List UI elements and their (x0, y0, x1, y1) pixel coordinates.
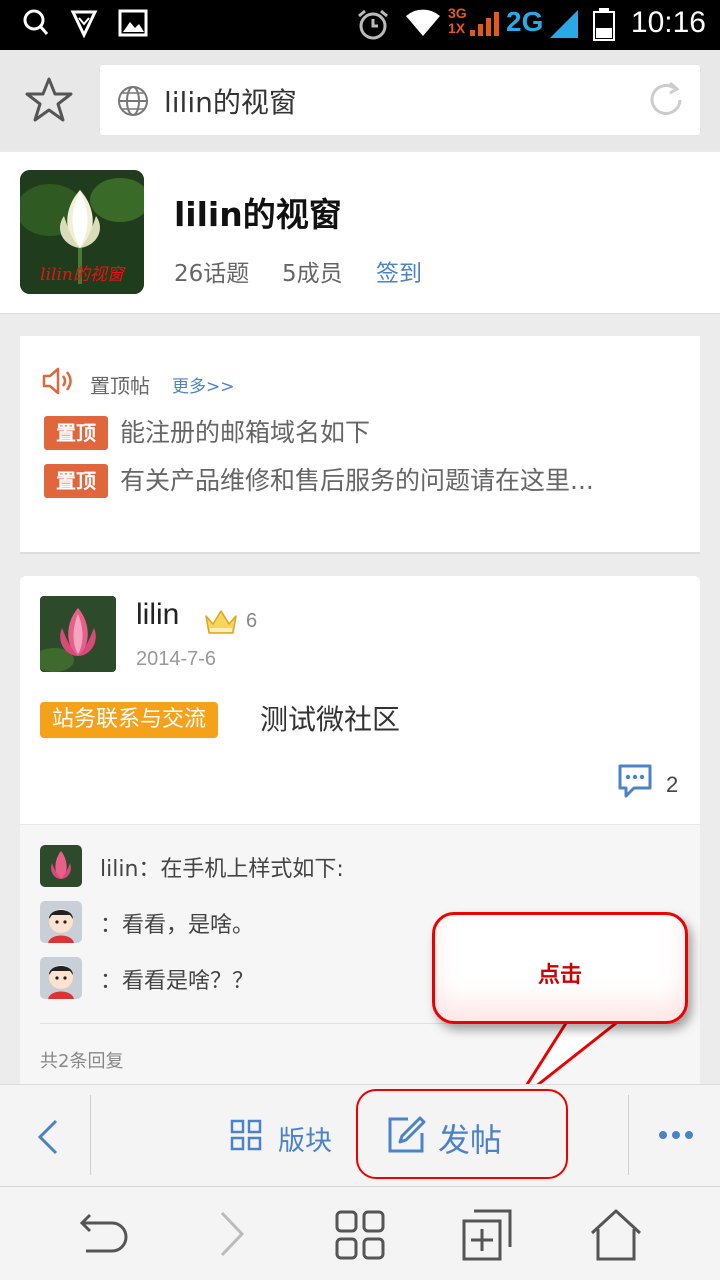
member-count: 5成员 (282, 261, 343, 287)
post-date: 2014-7-6 (136, 648, 217, 670)
more-link[interactable]: 更多>> (172, 372, 235, 397)
address-bar: lilin的视窗 (0, 50, 720, 150)
reply-avatar (40, 957, 82, 999)
status-bar: 3G 1X 2G 10:16 (0, 0, 720, 50)
category-tag[interactable]: 站务联系与交流 (40, 702, 219, 738)
reply-text: ：看看，是啥。 (100, 913, 255, 938)
cartoon-avatar-image (40, 957, 82, 999)
reply-text: lilin：在手机上样式如下: (100, 857, 344, 882)
divider (90, 1095, 91, 1175)
browser-nav (0, 1186, 720, 1280)
pinned-label: 置顶帖 (90, 374, 150, 398)
back-chevron-icon[interactable] (32, 1117, 62, 1157)
wifi-icon (406, 9, 440, 36)
pin-badge: 置顶 (44, 464, 108, 498)
apps-icon[interactable] (334, 1209, 386, 1261)
comment-count: 2 (666, 772, 679, 797)
globe-icon (118, 86, 148, 116)
pin-badge: 置顶 (44, 416, 108, 450)
crown-icon (205, 610, 237, 634)
address-text: lilin的视窗 (164, 86, 297, 119)
cartoon-avatar-image (40, 901, 82, 943)
signal-icon (550, 10, 578, 38)
alarm-icon (358, 9, 388, 40)
network-sub-label: 3G 1X (448, 5, 467, 36)
post-title[interactable]: 测试微社区 (260, 698, 400, 738)
star-icon[interactable] (24, 76, 74, 124)
forum-avatar[interactable]: lilin的视窗 (20, 170, 144, 294)
pinned-item-title: 有关产品维修和售后服务的问题请在这里... (120, 466, 594, 495)
forum-header: lilin的视窗 lilin的视窗 26话题 5成员 签到 (0, 152, 720, 314)
reply-total[interactable]: 共2条回复 (40, 1047, 123, 1073)
comment-icon[interactable] (616, 762, 654, 800)
highlight-ring (356, 1089, 568, 1179)
pinned-item[interactable]: 置顶 能注册的邮箱域名如下 (44, 416, 684, 450)
pinned-item[interactable]: 置顶 有关产品维修和售后服务的问题请在这里... (44, 464, 684, 498)
lotus-logo-image: lilin的视窗 (20, 170, 144, 294)
svg-text:lilin的视窗: lilin的视窗 (40, 265, 126, 285)
pinned-card: 置顶帖 更多>> 置顶 能注册的邮箱域名如下 置顶 有关产品维修和售后服务的问题… (20, 336, 700, 554)
pinned-item-title: 能注册的邮箱域名如下 (120, 418, 371, 447)
shield-icon (70, 10, 98, 38)
callout-text: 点击 (537, 962, 582, 988)
new-tab-icon[interactable] (460, 1207, 516, 1263)
reply-avatar (40, 901, 82, 943)
more-icon[interactable] (656, 1125, 696, 1145)
battery-icon (593, 8, 615, 41)
reply-text: ：看看是啥？？ (100, 969, 255, 994)
lotus-avatar-image (40, 596, 116, 672)
address-field[interactable]: lilin的视窗 (100, 65, 700, 135)
forward-icon[interactable] (214, 1209, 248, 1259)
image-icon (118, 9, 148, 37)
author-name[interactable]: lilin (136, 598, 179, 632)
topic-count: 26话题 (174, 261, 250, 287)
lotus-avatar-image (40, 845, 82, 887)
signin-link[interactable]: 签到 (376, 254, 422, 288)
grid-icon (230, 1119, 262, 1151)
reply-item[interactable]: lilin：在手机上样式如下: (40, 845, 680, 887)
divider (628, 1095, 629, 1175)
home-icon[interactable] (588, 1207, 644, 1263)
undo-icon[interactable] (76, 1209, 130, 1259)
network-type: 2G (506, 6, 544, 37)
speaker-icon (42, 367, 72, 395)
clock: 10:16 (630, 6, 706, 39)
board-button[interactable]: 版块 (278, 1119, 332, 1158)
search-icon (23, 9, 49, 35)
action-bar: 版块 发帖 (0, 1084, 720, 1186)
refresh-icon[interactable] (646, 80, 686, 120)
signal-bars-icon (470, 12, 499, 36)
forum-title: lilin的视窗 (174, 195, 342, 234)
author-level: 6 (246, 610, 258, 632)
annotation-callout: 点击 (432, 912, 688, 1024)
reply-avatar (40, 845, 82, 887)
author-avatar[interactable] (40, 596, 116, 672)
